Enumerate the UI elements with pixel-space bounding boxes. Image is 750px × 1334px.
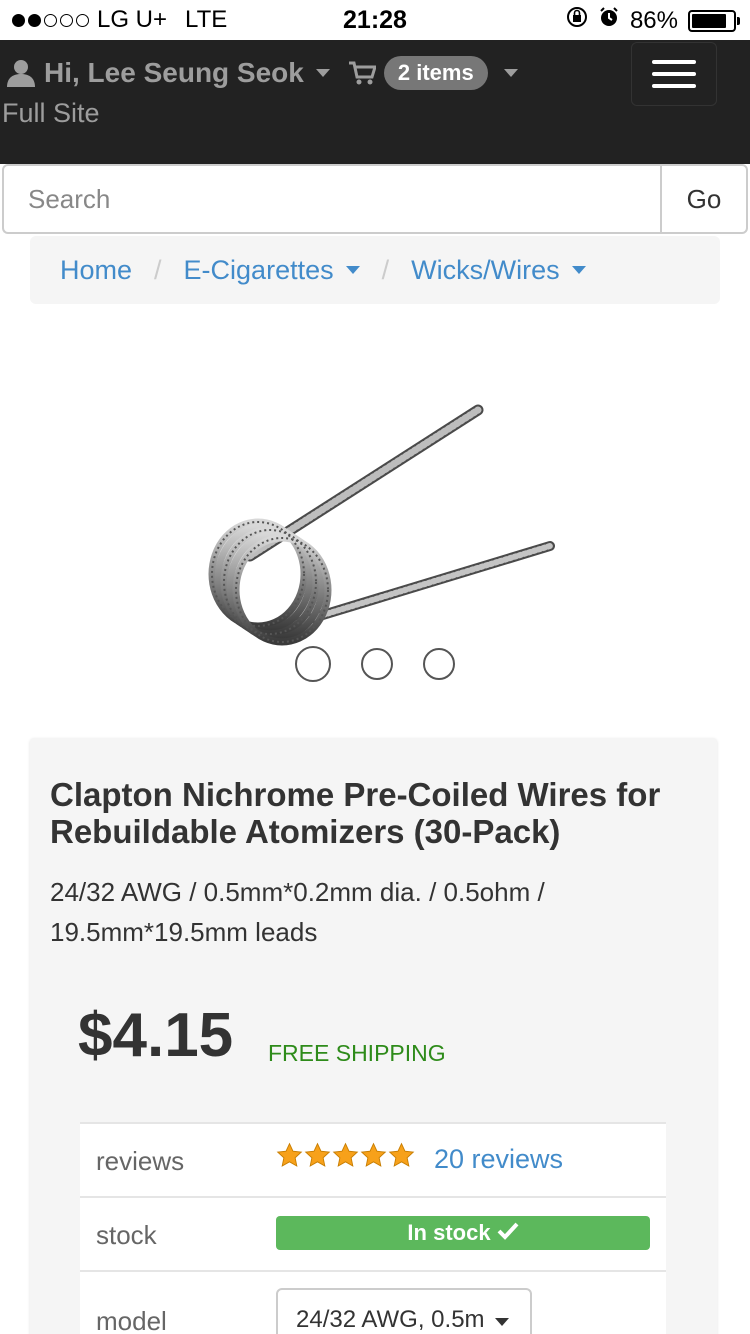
product-price: $4.15 bbox=[78, 1001, 234, 1070]
star-icon bbox=[388, 1142, 415, 1167]
hamburger-menu-button[interactable] bbox=[631, 42, 717, 106]
user-greeting[interactable]: Hi, Lee Seung Seok bbox=[44, 57, 304, 89]
reviews-row: reviews 20 reviews bbox=[80, 1124, 666, 1198]
menu-bar bbox=[652, 84, 696, 88]
free-shipping-label: FREE SHIPPING bbox=[268, 1040, 446, 1066]
breadcrumb-label: E-Cigarettes bbox=[183, 254, 334, 285]
image-carousel-indicators bbox=[0, 646, 750, 682]
breadcrumb: Home / E-Cigarettes / Wicks/Wires bbox=[30, 236, 720, 304]
carousel-dot[interactable] bbox=[361, 648, 393, 680]
user-caret-icon bbox=[315, 69, 330, 77]
search-bar: Go bbox=[2, 164, 748, 234]
breadcrumb-home[interactable]: Home bbox=[60, 255, 132, 286]
signal-strength-icon bbox=[12, 13, 89, 27]
star-icon bbox=[276, 1142, 303, 1167]
model-label: model bbox=[96, 1306, 167, 1334]
search-go-button[interactable]: Go bbox=[660, 164, 748, 234]
coil-image bbox=[208, 404, 555, 646]
breadcrumb-separator: / bbox=[154, 254, 162, 285]
breadcrumb-e-cigarettes[interactable]: E-Cigarettes bbox=[184, 255, 360, 286]
site-header: Hi, Lee Seung Seok 2 items Full Site bbox=[0, 40, 750, 164]
model-select-value: 24/32 AWG, 0.5m bbox=[296, 1306, 485, 1333]
reviews-label: reviews bbox=[96, 1146, 185, 1176]
cart-items-badge[interactable]: 2 items bbox=[383, 56, 488, 90]
stock-row: stock In stock bbox=[80, 1198, 666, 1272]
carousel-dot[interactable] bbox=[295, 646, 331, 682]
model-select[interactable]: 24/32 AWG, 0.5m bbox=[276, 1288, 532, 1334]
model-row: model 24/32 AWG, 0.5m bbox=[80, 1272, 666, 1334]
reviews-link[interactable]: 20 reviews bbox=[434, 1144, 563, 1175]
check-icon bbox=[497, 1220, 519, 1246]
user-menu[interactable]: Hi, Lee Seung Seok 2 items bbox=[6, 56, 518, 90]
product-title: Clapton Nichrome Pre-Coiled Wires for Re… bbox=[50, 776, 661, 850]
alarm-icon bbox=[598, 6, 620, 35]
product-specs: 24/32 AWG / 0.5mm*0.2mm dia. / 0.5ohm / … bbox=[50, 877, 545, 947]
status-bar: LG U+ LTE 21:28 86% bbox=[0, 0, 750, 40]
battery-percent: 86% bbox=[629, 6, 678, 34]
stock-status-badge: In stock bbox=[276, 1216, 650, 1250]
carrier-name: LG U+ bbox=[97, 6, 168, 33]
cart-caret-icon bbox=[503, 69, 518, 77]
rating-stars bbox=[276, 1142, 415, 1169]
user-icon bbox=[6, 59, 36, 87]
chevron-down-icon bbox=[345, 266, 360, 274]
status-right: 86% bbox=[566, 6, 740, 35]
product-image[interactable] bbox=[200, 396, 560, 646]
battery-fill bbox=[692, 13, 727, 28]
chevron-down-icon bbox=[571, 266, 586, 274]
menu-bar bbox=[652, 72, 696, 76]
star-icon bbox=[360, 1142, 387, 1167]
status-left: LG U+ LTE bbox=[12, 6, 227, 34]
breadcrumb-label: Home bbox=[60, 254, 133, 285]
star-icon bbox=[304, 1142, 331, 1167]
stock-label: stock bbox=[96, 1220, 157, 1250]
breadcrumb-separator: / bbox=[381, 254, 390, 285]
network-type: LTE bbox=[185, 6, 228, 33]
full-site-link[interactable]: Full Site bbox=[2, 98, 100, 129]
stock-status-text: In stock bbox=[407, 1220, 491, 1245]
product-info-table: reviews 20 reviews stock In stock model … bbox=[80, 1122, 666, 1334]
breadcrumb-wicks-wires[interactable]: Wicks/Wires bbox=[411, 254, 586, 286]
orientation-lock-icon bbox=[566, 6, 588, 35]
carousel-dot[interactable] bbox=[423, 648, 455, 680]
menu-bar bbox=[652, 60, 696, 64]
search-input[interactable] bbox=[2, 164, 660, 234]
battery-icon bbox=[688, 9, 740, 32]
breadcrumb-label: Wicks/Wires bbox=[411, 254, 560, 285]
cart-icon[interactable] bbox=[348, 60, 376, 86]
product-panel: Clapton Nichrome Pre-Coiled Wires for Re… bbox=[30, 738, 717, 1334]
star-icon bbox=[332, 1142, 359, 1167]
chevron-down-icon bbox=[494, 1318, 509, 1326]
